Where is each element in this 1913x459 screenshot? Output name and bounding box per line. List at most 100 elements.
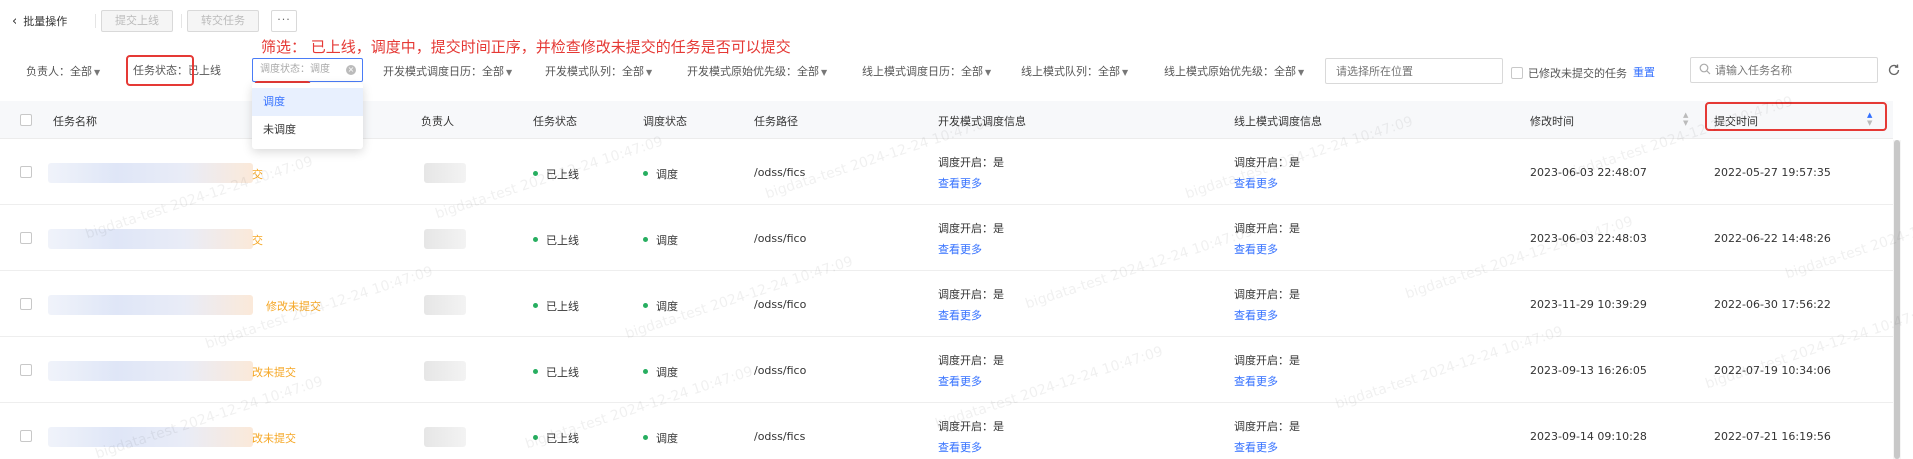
dev-schedule-enabled: 调度开启：是 <box>938 354 1004 367</box>
search-icon <box>1699 63 1711 75</box>
task-name-redacted <box>48 229 253 249</box>
dev-queue-filter[interactable]: 开发模式队列：全部 ▼ <box>545 63 652 79</box>
task-name-search[interactable] <box>1690 57 1878 83</box>
dev-view-more-link[interactable]: 查看更多 <box>938 175 982 191</box>
sort-modified-icon[interactable]: ▲ ▼ <box>1683 112 1688 127</box>
modified-unsubmitted-checkbox[interactable]: 已修改未提交的任务 <box>1511 65 1627 81</box>
schedule-status-cell: 调度 <box>643 298 678 314</box>
select-all-checkbox[interactable] <box>20 114 32 126</box>
task-name-input[interactable] <box>1715 61 1870 79</box>
header-submit-time[interactable]: 提交时间 <box>1714 113 1758 129</box>
schedule-status-cell: 调度 <box>643 364 678 380</box>
dev-calendar-filter[interactable]: 开发模式调度日历：全部 ▼ <box>383 63 512 79</box>
dev-view-more-link[interactable]: 查看更多 <box>938 373 982 389</box>
task-path: /odss/fics <box>754 166 806 179</box>
caret-down-icon: ▼ <box>821 68 828 77</box>
task-status-filter-label: 任务状态：已上线 <box>133 64 221 77</box>
task-status-filter[interactable]: 任务状态：已上线 <box>133 62 221 78</box>
caret-down-icon: ▼ <box>1122 68 1129 77</box>
task-name-tag: 交 <box>252 234 263 247</box>
caret-down-icon: ▼ <box>985 68 992 77</box>
task-status-cell: 已上线 <box>533 166 579 182</box>
modified-time: 2023-06-03 22:48:03 <box>1530 232 1647 245</box>
task-status-text: 已上线 <box>546 366 579 379</box>
owner-filter[interactable]: 负责人：全部 ▼ <box>26 63 100 79</box>
row-checkbox[interactable] <box>20 430 32 442</box>
submit-time: 2022-06-30 17:56:22 <box>1714 298 1831 311</box>
clear-icon[interactable]: × <box>346 65 356 75</box>
scrollbar-thumb[interactable] <box>1894 140 1900 459</box>
online-calendar-filter[interactable]: 线上模式调度日历：全部 ▼ <box>862 63 991 79</box>
header-modified-time[interactable]: 修改时间 <box>1530 113 1574 129</box>
dropdown-option-scheduled[interactable]: 调度 <box>252 88 363 116</box>
modified-time: 2023-09-13 16:26:05 <box>1530 364 1647 377</box>
submit-time: 2022-07-19 10:34:06 <box>1714 364 1831 377</box>
more-actions-button[interactable]: ··· <box>271 10 297 32</box>
table-row[interactable]: 交 已上线 调度/odss/fics 调度开启：是 查看更多 调度开启：是 查看更多 2023… <box>0 140 1893 205</box>
modified-time: 2023-06-03 22:48:07 <box>1530 166 1647 179</box>
task-path: /odss/fico <box>754 232 807 245</box>
toolbar-divider <box>95 14 96 28</box>
task-name-tag: 交 <box>252 168 263 181</box>
table-row[interactable]: 改未提交 已上线 调度/odss/fico 调度开启：是 查看更多 调度开启：是 查看更多 2… <box>0 338 1893 403</box>
schedule-status-dropdown: 调度 未调度 <box>252 83 363 149</box>
table-row[interactable]: 交 已上线 调度/odss/fico 调度开启：是 查看更多 调度开启：是 查看更多 2023… <box>0 206 1893 271</box>
online-view-more-link[interactable]: 查看更多 <box>1234 175 1278 191</box>
schedule-status-value: 调度状态：调度 <box>260 64 330 75</box>
table-row[interactable]: 修改未提交 已上线 调度/odss/fico 调度开启：是 查看更多 调度开启：是 查看更多… <box>0 272 1893 337</box>
submit-time: 2022-06-22 14:48:26 <box>1714 232 1831 245</box>
schedule-status-text: 调度 <box>656 234 678 247</box>
dev-calendar-filter-label: 开发模式调度日历：全部 <box>383 65 504 78</box>
online-view-more-link[interactable]: 查看更多 <box>1234 373 1278 389</box>
task-name-redacted <box>48 295 253 315</box>
online-priority-filter[interactable]: 线上模式原始优先级：全部 ▼ <box>1164 63 1304 79</box>
task-path: /odss/fico <box>754 364 807 377</box>
refresh-icon[interactable] <box>1887 63 1901 77</box>
online-view-more-link[interactable]: 查看更多 <box>1234 241 1278 257</box>
checkbox-box[interactable] <box>1511 67 1523 79</box>
row-checkbox[interactable] <box>20 232 32 244</box>
online-queue-filter[interactable]: 线上模式队列：全部 ▼ <box>1021 63 1128 79</box>
row-checkbox[interactable] <box>20 166 32 178</box>
transfer-task-button[interactable]: 转交任务 <box>187 10 259 32</box>
caret-down-icon: ▼ <box>646 68 653 77</box>
task-name-tag: 改未提交 <box>252 366 296 379</box>
task-status-text: 已上线 <box>546 234 579 247</box>
online-schedule-enabled: 调度开启：是 <box>1234 156 1300 169</box>
owner-filter-label: 负责人：全部 <box>26 65 92 78</box>
dev-view-more-link[interactable]: 查看更多 <box>938 307 982 323</box>
header-owner: 负责人 <box>421 115 454 128</box>
header-task-status: 任务状态 <box>533 115 577 128</box>
dev-view-more-link[interactable]: 查看更多 <box>938 439 982 455</box>
row-checkbox[interactable] <box>20 364 32 376</box>
caret-down-icon: ▼ <box>506 68 513 77</box>
online-view-more-link[interactable]: 查看更多 <box>1234 439 1278 455</box>
location-select[interactable] <box>1325 58 1503 84</box>
submit-online-button[interactable]: 提交上线 <box>101 10 173 32</box>
reset-link[interactable]: 重置 <box>1633 64 1655 80</box>
back-button[interactable]: ‹ 批量操作 <box>12 13 67 29</box>
dev-queue-filter-label: 开发模式队列：全部 <box>545 65 644 78</box>
schedule-status-select[interactable]: 调度状态：调度 × <box>252 58 363 82</box>
schedule-status-text: 调度 <box>656 432 678 445</box>
dropdown-option-unscheduled[interactable]: 未调度 <box>252 116 363 144</box>
scheduled-dot-icon <box>643 303 648 308</box>
owner-avatar-redacted <box>424 229 466 249</box>
table-row[interactable]: 改未提交 已上线 调度/odss/fics 调度开启：是 查看更多 调度开启：是 查看更多 2… <box>0 404 1893 459</box>
dev-view-more-link[interactable]: 查看更多 <box>938 241 982 257</box>
owner-avatar-redacted <box>424 295 466 315</box>
owner-avatar-redacted <box>424 163 466 183</box>
row-checkbox[interactable] <box>20 298 32 310</box>
online-view-more-link[interactable]: 查看更多 <box>1234 307 1278 323</box>
schedule-status-cell: 调度 <box>643 166 678 182</box>
submit-time: 2022-07-21 16:19:56 <box>1714 430 1831 443</box>
task-name-tag: 修改未提交 <box>266 300 321 313</box>
vertical-scrollbar[interactable] <box>1893 140 1901 459</box>
online-calendar-filter-label: 线上模式调度日历：全部 <box>862 65 983 78</box>
dev-priority-filter[interactable]: 开发模式原始优先级：全部 ▼ <box>687 63 827 79</box>
online-schedule-enabled: 调度开启：是 <box>1234 420 1300 433</box>
sort-submit-icon[interactable]: ▲ ▼ <box>1867 112 1872 127</box>
task-status-text: 已上线 <box>546 432 579 445</box>
submit-time: 2022-05-27 19:57:35 <box>1714 166 1831 179</box>
task-status-text: 已上线 <box>546 168 579 181</box>
